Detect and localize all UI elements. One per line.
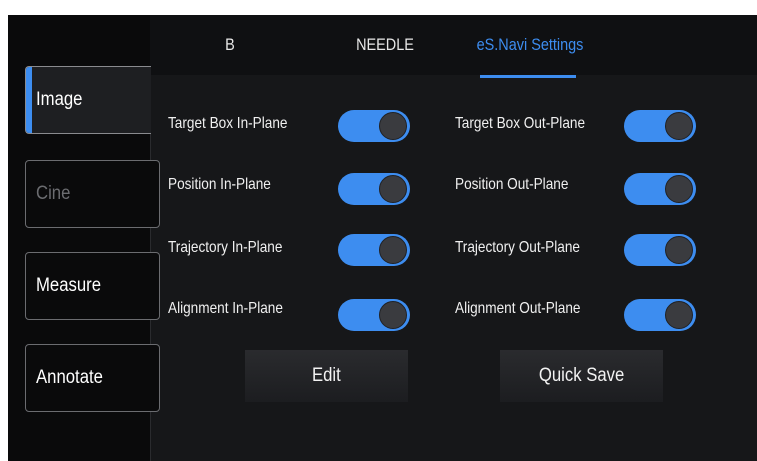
- quick-save-button-label: Quick Save: [538, 365, 625, 386]
- toggle-position-out-plane[interactable]: [624, 173, 696, 205]
- setting-label-position-out-plane: Position Out-Plane: [455, 176, 569, 193]
- toggle-alignment-out-plane[interactable]: [624, 299, 696, 331]
- toggle-knob: [379, 301, 407, 329]
- toggle-trajectory-out-plane[interactable]: [624, 234, 696, 266]
- side-menu-image[interactable]: Image: [25, 66, 151, 134]
- toggle-trajectory-in-plane[interactable]: [338, 234, 410, 266]
- setting-label-target-box-in-plane: Target Box In-Plane: [168, 115, 288, 132]
- side-menu-label: Cine: [36, 183, 71, 204]
- toggle-knob: [665, 112, 693, 140]
- toggle-position-in-plane[interactable]: [338, 173, 410, 205]
- toggle-knob: [665, 236, 693, 264]
- toggle-alignment-in-plane[interactable]: [338, 299, 410, 331]
- active-tab-indicator: [480, 75, 576, 78]
- quick-save-button[interactable]: Quick Save: [500, 350, 663, 402]
- toggle-knob: [379, 112, 407, 140]
- side-menu-cine[interactable]: Cine: [25, 160, 160, 228]
- side-menu-label: Measure: [36, 275, 102, 296]
- side-menu-measure[interactable]: Measure: [25, 252, 160, 320]
- setting-label-target-box-out-plane: Target Box Out-Plane: [455, 115, 586, 132]
- setting-label-trajectory-in-plane: Trajectory In-Plane: [168, 239, 283, 256]
- setting-label-alignment-in-plane: Alignment In-Plane: [168, 300, 283, 317]
- toggle-knob: [379, 236, 407, 264]
- edit-button-label: Edit: [312, 365, 341, 386]
- toggle-knob: [665, 175, 693, 203]
- active-indicator: [26, 67, 32, 133]
- setting-label-position-in-plane: Position In-Plane: [168, 176, 271, 193]
- tab-esnavi-settings[interactable]: eS.Navi Settings: [466, 32, 594, 58]
- setting-label-trajectory-out-plane: Trajectory Out-Plane: [455, 239, 580, 256]
- toggle-target-box-out-plane[interactable]: [624, 110, 696, 142]
- toggle-target-box-in-plane[interactable]: [338, 110, 410, 142]
- side-menu-label: Image: [36, 89, 83, 110]
- tab-needle[interactable]: NEEDLE: [347, 32, 424, 58]
- side-menu-annotate[interactable]: Annotate: [25, 344, 160, 412]
- toggle-knob: [379, 175, 407, 203]
- tab-b[interactable]: B: [209, 32, 252, 58]
- edit-button[interactable]: Edit: [245, 350, 408, 402]
- side-menu-label: Annotate: [36, 367, 103, 388]
- setting-label-alignment-out-plane: Alignment Out-Plane: [455, 300, 581, 317]
- toggle-knob: [665, 301, 693, 329]
